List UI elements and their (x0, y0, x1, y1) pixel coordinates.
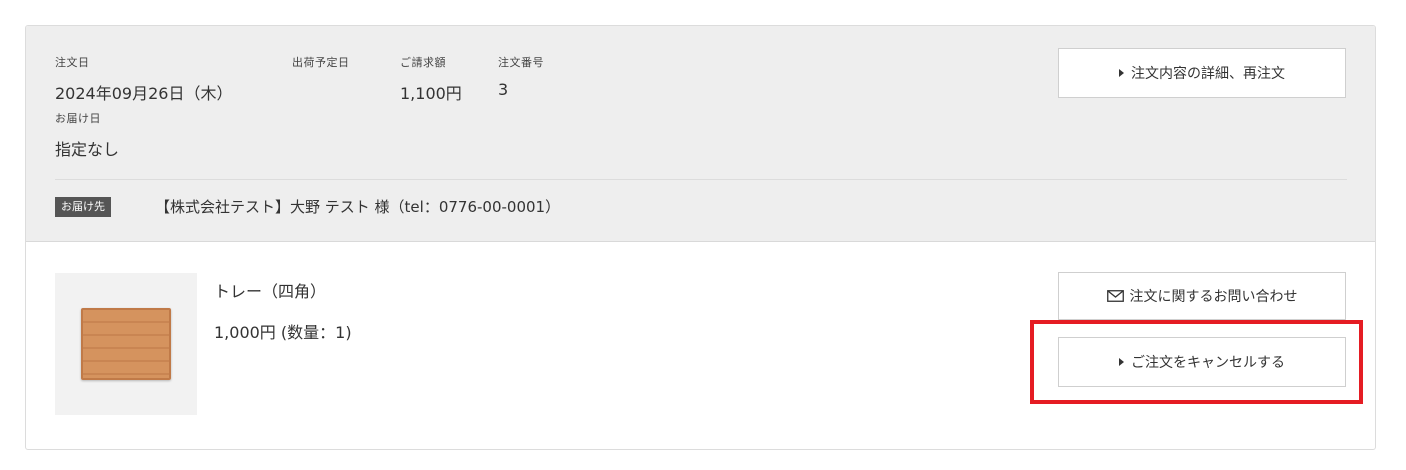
order-inquiry-button[interactable]: 注文に関するお問い合わせ (1058, 272, 1346, 320)
order-details-button-label: 注文内容の詳細、再注文 (1131, 66, 1285, 82)
order-number-value: 3 (498, 80, 509, 99)
cancel-order-button-label: ご注文をキャンセルする (1131, 355, 1285, 371)
order-date-value: 2024年09月26日（木） (55, 84, 233, 103)
product-name[interactable]: トレー（四角） (214, 278, 326, 302)
destination-badge: お届け先 (55, 197, 111, 217)
cancel-order-button[interactable]: ご注文をキャンセルする (1058, 337, 1346, 387)
amount-value: 1,100円 (400, 84, 462, 103)
order-details-button[interactable]: 注文内容の詳細、再注文 (1058, 48, 1346, 98)
wooden-tray-thumbnail (81, 308, 171, 380)
product-image[interactable] (55, 273, 197, 415)
header-divider (55, 179, 1347, 180)
order-summary-header: 注文日 2024年09月26日（木） 出荷予定日 ご請求額 1,100円 注文番… (26, 26, 1375, 242)
amount-label: ご請求額 (400, 56, 446, 69)
ship-date-label: 出荷予定日 (292, 56, 350, 69)
caret-right-icon (1119, 69, 1124, 77)
order-card: 注文日 2024年09月26日（木） 出荷予定日 ご請求額 1,100円 注文番… (25, 25, 1376, 450)
order-date-label: 注文日 (55, 56, 90, 69)
delivery-date-value: 指定なし (55, 140, 120, 159)
delivery-date-label: お届け日 (55, 112, 101, 125)
order-number-label: 注文番号 (498, 56, 544, 69)
order-inquiry-button-label: 注文に関するお問い合わせ (1129, 289, 1298, 305)
product-price-quantity: 1,000円 (数量：1) (214, 323, 352, 342)
caret-right-icon (1119, 358, 1124, 366)
mail-icon (1106, 290, 1124, 302)
destination-address: 【株式会社テスト】大野 テスト 様（tel：0776-00-0001） (155, 198, 561, 216)
